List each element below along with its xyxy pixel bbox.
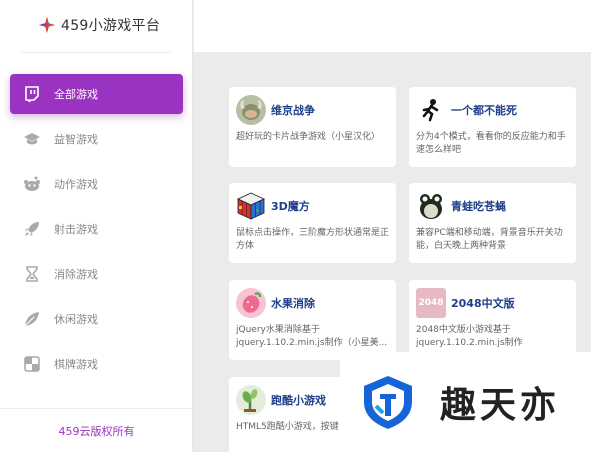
watermark-text: 趣天亦 [440, 385, 561, 426]
sidebar-item-label: 休闲游戏 [54, 313, 98, 326]
board-game-icon [22, 354, 42, 374]
brand[interactable]: 459小游戏平台 [38, 14, 160, 36]
game-card-fruit-match[interactable]: 水果消除 jQuery水果消除基于jquery.1.10.2.min.js制作（… [229, 280, 396, 360]
2048-icon: 2048 [416, 288, 446, 318]
leaf-icon [22, 309, 42, 329]
graduation-cap-icon [22, 129, 42, 149]
card-title: 3D魔方 [271, 200, 310, 213]
card-title: 2048中文版 [451, 297, 515, 310]
game-card-nobody-dies[interactable]: 一个都不能死 分为4个模式，看看你的反应能力和手速怎么样吧 [409, 87, 576, 167]
sidebar-item-board-games[interactable]: 棋牌游戏 [10, 344, 183, 384]
brand-title: 459小游戏平台 [61, 18, 161, 34]
card-description: 分为4个模式，看看你的反应能力和手速怎么样吧 [416, 132, 566, 155]
card-description: 鼠标点击操作，三阶魔方形状通常是正方体 [236, 228, 390, 251]
card-description: 兼容PC端和移动端，背景音乐开关功能，白天晚上两种背景 [416, 228, 563, 251]
sidebar-item-label: 全部游戏 [54, 88, 98, 101]
sidebar-item-label: 动作游戏 [54, 178, 98, 191]
running-man-icon [416, 95, 446, 125]
game-card-viking-war[interactable]: 维京战争 超好玩的卡片战争游戏（小星汉化） [229, 87, 396, 167]
card-title: 青蛙吃苍蝇 [451, 200, 506, 213]
copyright-footer: 459云版权所有 [0, 408, 193, 452]
plant-runner-icon [236, 385, 266, 415]
sidebar-nav: 全部游戏 益智游戏 动作游戏 射击游戏 消除游戏 休闲游戏 棋牌游戏 [0, 74, 193, 389]
game-card-3d-cube[interactable]: 3D魔方 鼠标点击操作，三阶魔方形状通常是正方体 [229, 183, 396, 263]
sidebar-item-match-games[interactable]: 消除游戏 [10, 254, 183, 294]
card-title: 一个都不能死 [451, 104, 517, 117]
sidebar-item-all-games[interactable]: 全部游戏 [10, 74, 183, 114]
rocket-icon [22, 219, 42, 239]
card-description: 超好玩的卡片战争游戏（小星汉化） [236, 132, 381, 142]
card-title: 水果消除 [271, 297, 315, 310]
twitch-icon [22, 84, 42, 104]
sidebar-item-label: 射击游戏 [54, 223, 98, 236]
shield-logo-icon [364, 376, 412, 429]
card-description: jQuery水果消除基于jquery.1.10.2.min.js制作（小星美..… [236, 325, 388, 348]
game-card-2048[interactable]: 2048 2048中文版 2048中文版小游戏基于jquery.1.10.2.m… [409, 280, 576, 360]
card-title: 维京战争 [271, 104, 315, 117]
hourglass-icon [22, 264, 42, 284]
watermark: 趣天亦 [340, 352, 591, 452]
rubiks-cube-icon [236, 191, 266, 221]
2048-badge-text: 2048 [418, 298, 444, 308]
frog-icon [416, 191, 446, 221]
card-description: 2048中文版小游戏基于jquery.1.10.2.min.js制作 [416, 325, 523, 348]
card-title: 跑酷小游戏 [271, 394, 326, 407]
fruit-icon [236, 288, 266, 318]
sidebar-item-label: 棋牌游戏 [54, 358, 98, 371]
sidebar-item-puzzle-games[interactable]: 益智游戏 [10, 119, 183, 159]
sidebar: 459小游戏平台 全部游戏 益智游戏 动作游戏 射击游戏 消除游戏 休闲游戏 棋… [0, 0, 193, 452]
reddit-icon [22, 174, 42, 194]
top-bar [194, 0, 591, 52]
sidebar-item-casual-games[interactable]: 休闲游戏 [10, 299, 183, 339]
sidebar-item-shooting-games[interactable]: 射击游戏 [10, 209, 183, 249]
viking-helmet-icon [236, 95, 266, 125]
game-card-frog-flies[interactable]: 青蛙吃苍蝇 兼容PC端和移动端，背景音乐开关功能，白天晚上两种背景 [409, 183, 576, 263]
sidebar-item-label: 消除游戏 [54, 268, 98, 281]
sidebar-item-label: 益智游戏 [54, 133, 98, 146]
brand-divider [20, 52, 172, 53]
sidebar-item-action-games[interactable]: 动作游戏 [10, 164, 183, 204]
star-logo-icon [38, 16, 56, 34]
